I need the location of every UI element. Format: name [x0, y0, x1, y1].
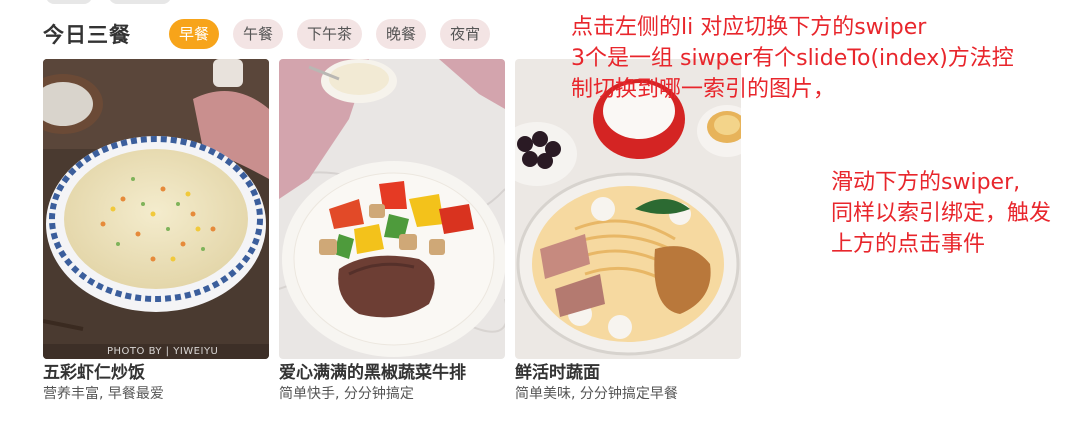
- tab-breakfast[interactable]: 早餐: [169, 19, 220, 49]
- tab-late-night[interactable]: 夜宵: [440, 19, 491, 49]
- tab-afternoon-tea[interactable]: 下午茶: [297, 19, 363, 49]
- card-description: 简单快手, 分分钟搞定: [279, 386, 414, 402]
- tab-lunch[interactable]: 午餐: [233, 19, 284, 49]
- meal-swiper[interactable]: PHOTO BY | YIWEIYU 五彩虾仁炒饭 营养丰富, 早餐最爱 爱心满…: [43, 59, 741, 404]
- meal-tabs: 早餐 午餐 下午茶 晚餐 夜宵: [169, 19, 491, 49]
- recipe-card[interactable]: PHOTO BY | YIWEIYU 五彩虾仁炒饭 营养丰富, 早餐最爱: [43, 59, 269, 404]
- annotation-line: 上方的点击事件: [831, 232, 986, 257]
- recipe-card[interactable]: 爱心满满的黑椒蔬菜牛排 简单快手, 分分钟搞定: [279, 59, 505, 404]
- card-description: 营养丰富, 早餐最爱: [43, 386, 164, 402]
- annotation-line: 制切换到哪一索引的图片，: [571, 77, 836, 102]
- top-remnant-pill: [46, 0, 92, 4]
- card-title: 爱心满满的黑椒蔬菜牛排: [279, 363, 466, 383]
- section-title: 今日三餐: [43, 23, 131, 47]
- fried-rice-image[interactable]: PHOTO BY | YIWEIYU: [43, 59, 269, 359]
- annotation-tab-swiper-note: 点击左侧的li 对应切换下方的swiper 3个是一组 siwper有个slid…: [571, 12, 1014, 105]
- annotation-line: 点击左侧的li 对应切换下方的swiper: [571, 15, 927, 40]
- recipe-card[interactable]: 鲜活时蔬面 简单美味, 分分钟搞定早餐: [515, 59, 741, 404]
- card-description: 简单美味, 分分钟搞定早餐: [515, 386, 678, 402]
- annotation-line: 3个是一组 siwper有个slideTo(index)方法控: [571, 46, 1014, 71]
- annotation-swipe-sync-note: 滑动下方的swiper, 同样以索引绑定，触发 上方的点击事件: [831, 167, 1051, 260]
- card-title: 鲜活时蔬面: [515, 363, 600, 383]
- card-title: 五彩虾仁炒饭: [43, 363, 145, 383]
- top-remnant-pill: [109, 0, 171, 4]
- annotation-line: 同样以索引绑定，触发: [831, 201, 1052, 226]
- steak-vegetables-image[interactable]: [279, 59, 505, 359]
- tab-dinner[interactable]: 晚餐: [376, 19, 427, 49]
- photo-watermark: PHOTO BY | YIWEIYU: [107, 346, 219, 357]
- annotation-line: 滑动下方的swiper,: [831, 170, 1021, 195]
